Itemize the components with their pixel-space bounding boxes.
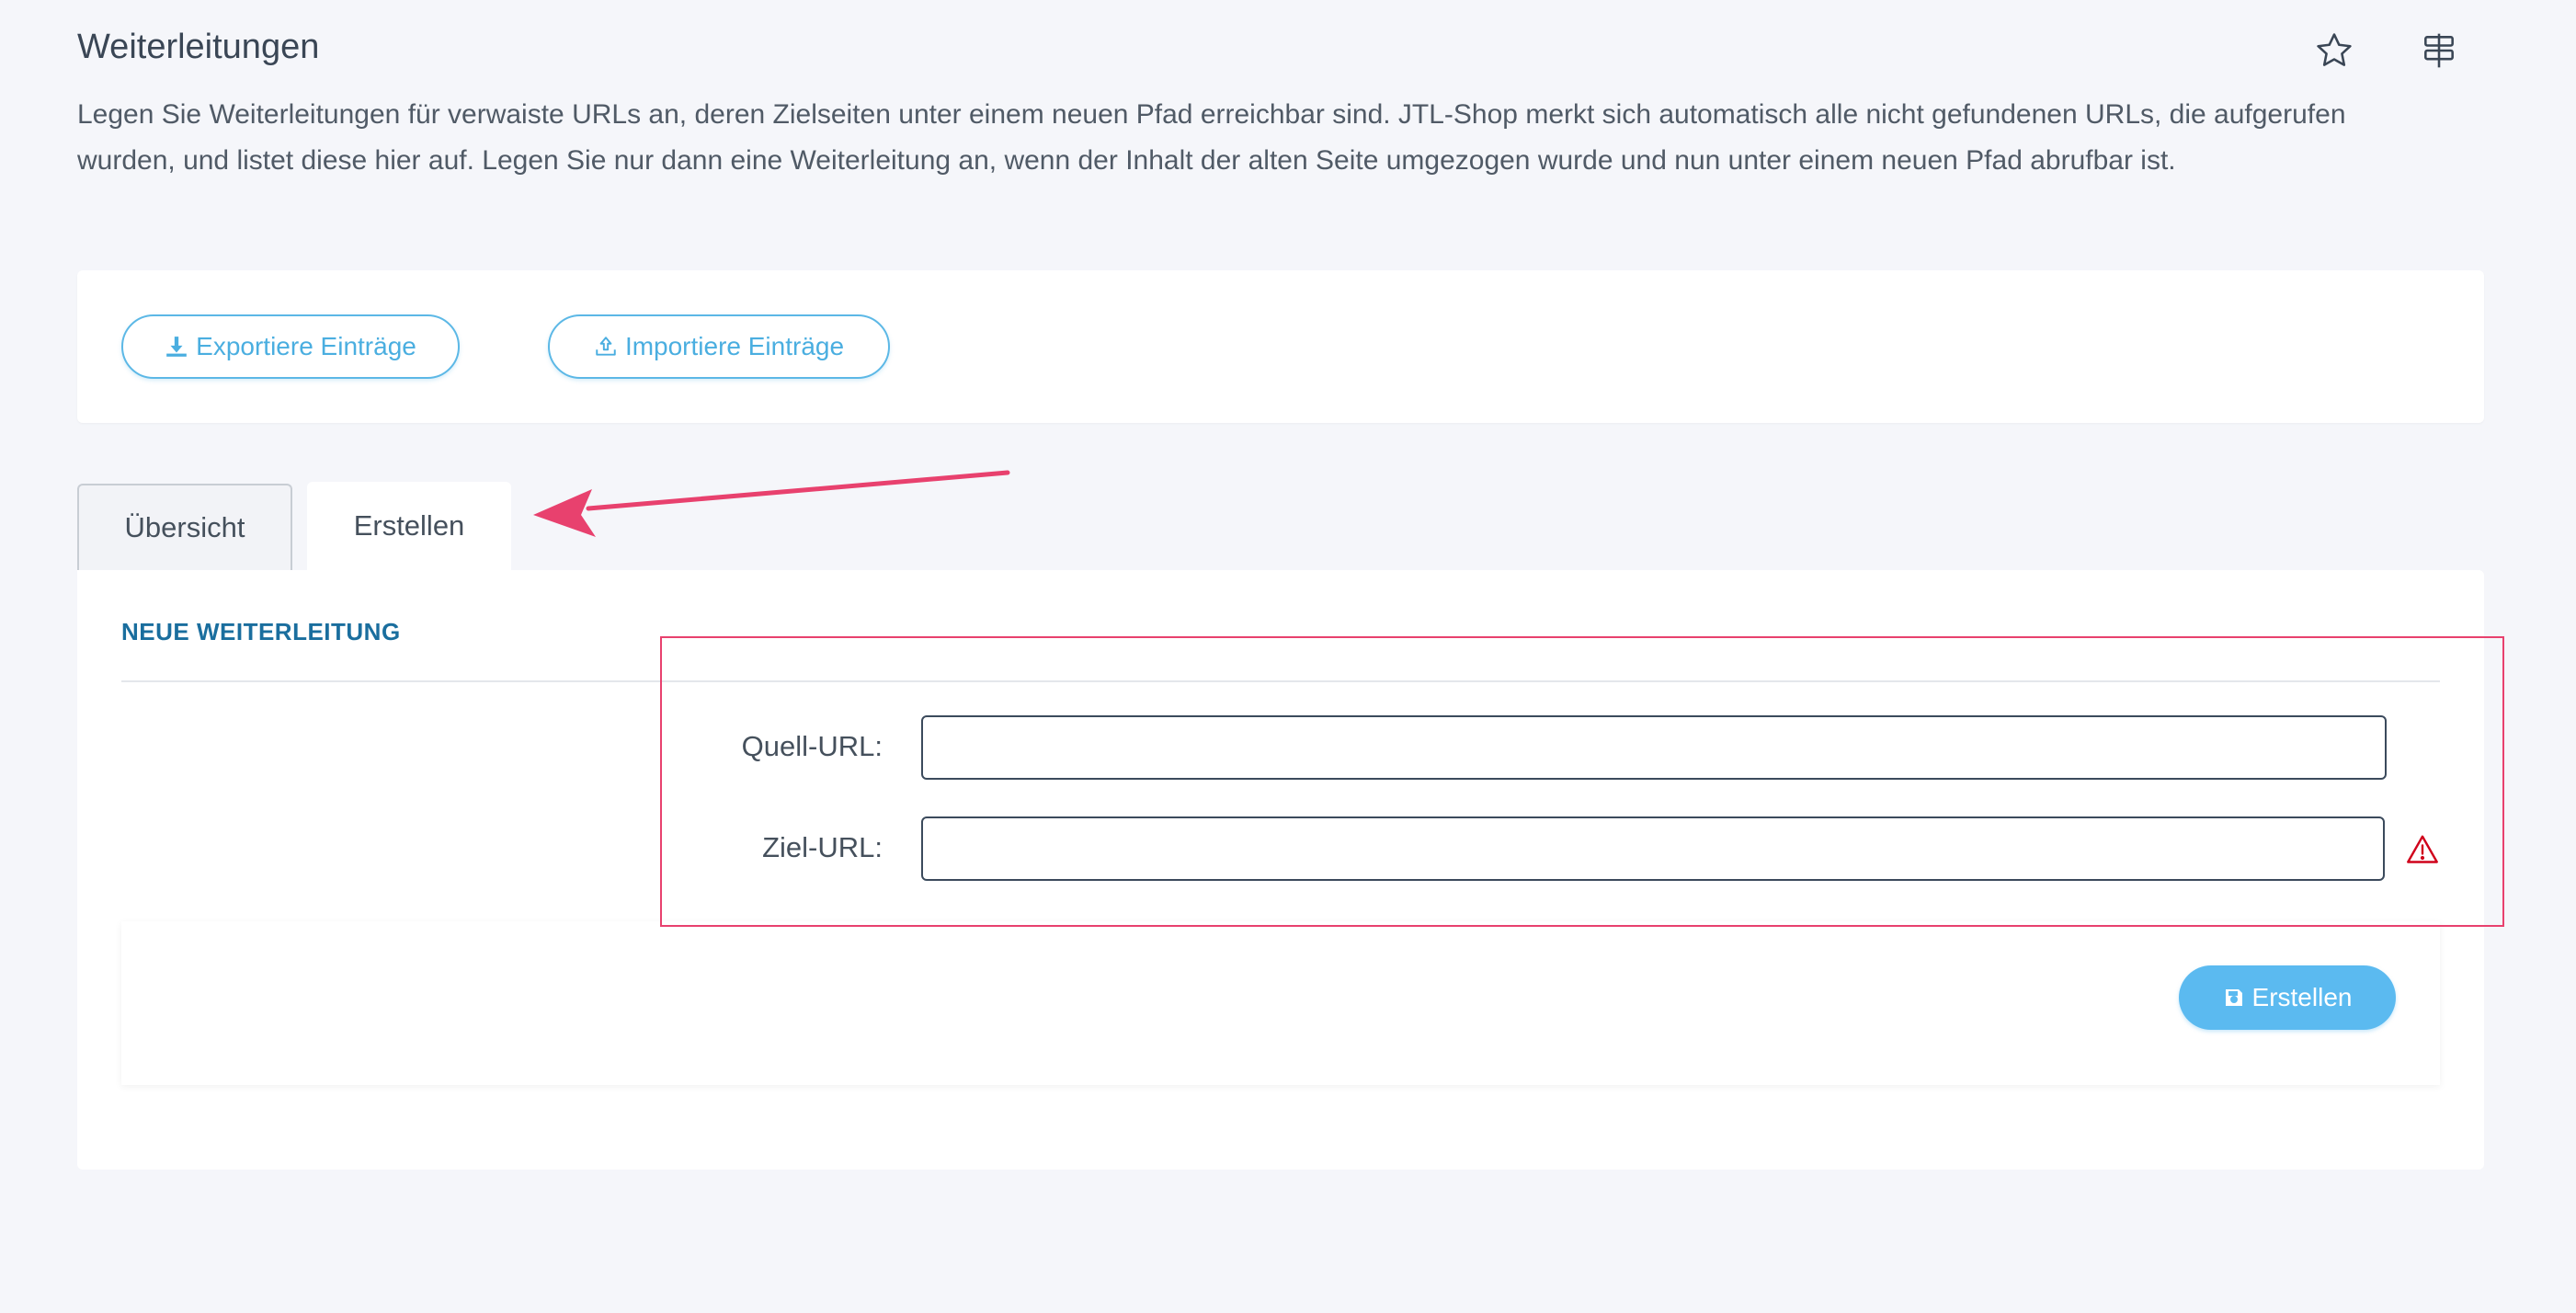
help-button[interactable] — [2416, 28, 2462, 74]
target-url-label: Ziel-URL: — [762, 831, 883, 863]
target-url-input[interactable] — [921, 816, 2385, 881]
tab-create[interactable]: Erstellen — [307, 482, 511, 570]
export-entries-button[interactable]: Exportiere Einträge — [121, 314, 460, 379]
import-entries-button[interactable]: Importiere Einträge — [548, 314, 890, 379]
favorite-button[interactable] — [2311, 28, 2357, 74]
source-url-label: Quell-URL: — [741, 730, 883, 762]
create-button-label: Erstellen — [2251, 983, 2353, 1011]
warning-icon — [2407, 835, 2438, 863]
page-title: Weiterleitungen — [77, 28, 320, 66]
source-url-input[interactable] — [921, 715, 2387, 780]
tab-bar: Übersicht Erstellen — [77, 482, 511, 570]
header-icons — [2311, 28, 2462, 74]
section-title: NEUE WEITERLEITUNG — [121, 618, 401, 645]
create-redirect-card: NEUE WEITERLEITUNG Quell-URL: Ziel-URL: … — [77, 570, 2484, 1170]
section-divider — [121, 680, 2440, 682]
save-icon — [2225, 989, 2242, 1006]
page-description: Legen Sie Weiterleitungen für verwaiste … — [77, 99, 2346, 176]
import-export-card: Exportiere Einträge Importiere Einträge — [77, 270, 2484, 423]
create-button[interactable]: Erstellen — [2179, 965, 2396, 1030]
signpost-icon — [2424, 33, 2454, 68]
star-icon — [2317, 33, 2352, 66]
form-footer: Erstellen — [121, 921, 2440, 1085]
import-entries-label: Importiere Einträge — [624, 332, 845, 360]
export-entries-label: Exportiere Einträge — [196, 332, 416, 360]
upload-icon — [596, 337, 616, 356]
download-icon — [166, 337, 187, 357]
tab-overview[interactable]: Übersicht — [77, 484, 292, 570]
